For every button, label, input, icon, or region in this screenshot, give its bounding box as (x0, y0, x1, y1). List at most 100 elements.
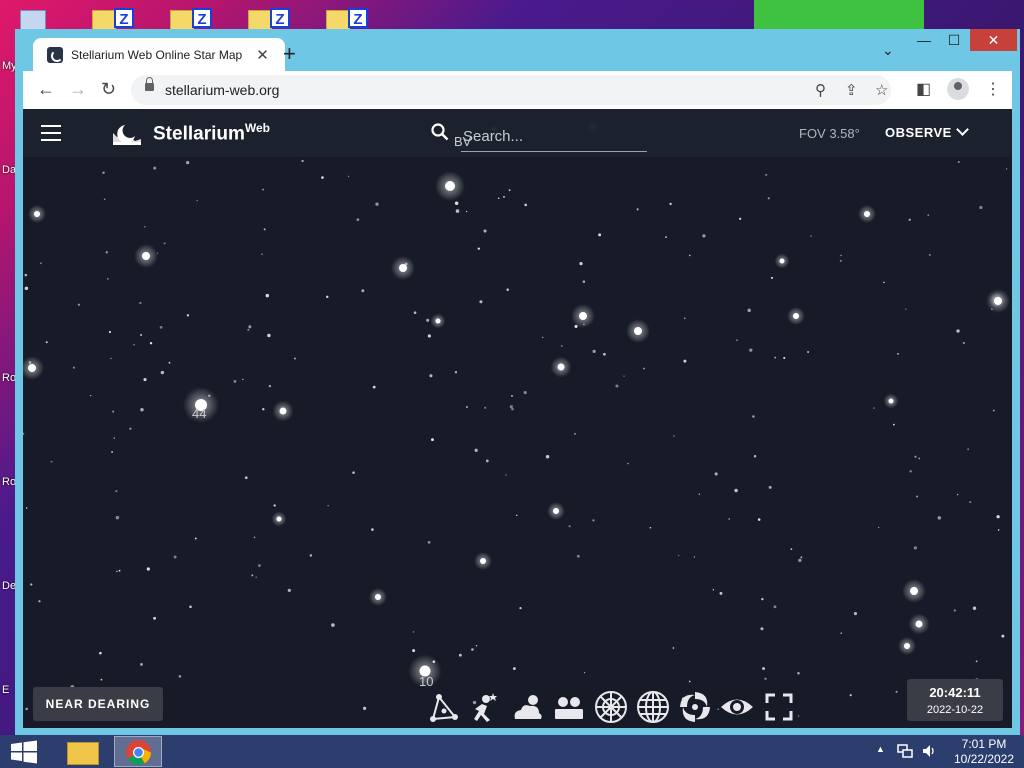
star[interactable] (301, 159, 304, 163)
star[interactable] (969, 501, 972, 504)
star[interactable] (673, 435, 675, 437)
star-label-bv[interactable]: BV (454, 134, 471, 149)
star[interactable] (511, 407, 514, 411)
star[interactable] (615, 384, 619, 388)
star[interactable] (753, 455, 757, 458)
star[interactable] (790, 548, 793, 550)
star[interactable] (327, 505, 329, 507)
star[interactable] (511, 395, 513, 397)
star[interactable] (937, 516, 942, 520)
star[interactable] (426, 318, 430, 322)
star[interactable] (508, 189, 511, 192)
star[interactable] (774, 356, 777, 359)
star[interactable] (454, 201, 459, 206)
star[interactable] (505, 474, 507, 476)
bright-star[interactable] (557, 363, 565, 371)
star[interactable] (897, 353, 899, 355)
star[interactable] (427, 540, 431, 544)
hamburger-menu-icon[interactable] (41, 125, 61, 141)
star[interactable] (734, 488, 738, 493)
star[interactable] (77, 303, 81, 306)
star[interactable] (770, 276, 773, 279)
star[interactable] (113, 437, 115, 439)
star[interactable] (371, 528, 374, 531)
star[interactable] (309, 554, 313, 557)
star[interactable] (719, 591, 723, 595)
star[interactable] (665, 236, 667, 239)
star[interactable] (515, 514, 518, 517)
star[interactable] (972, 606, 977, 610)
star[interactable] (287, 588, 291, 592)
star[interactable] (853, 612, 858, 616)
star[interactable] (914, 455, 917, 458)
star[interactable] (576, 554, 580, 558)
star[interactable] (178, 675, 182, 678)
star[interactable] (25, 707, 29, 711)
bright-star[interactable] (888, 398, 894, 404)
star[interactable] (116, 570, 118, 573)
star[interactable] (574, 433, 576, 435)
star[interactable] (892, 423, 895, 426)
star[interactable] (905, 308, 907, 310)
night-mode-eye-icon[interactable] (719, 689, 755, 725)
star[interactable] (321, 176, 324, 179)
star-label-10[interactable]: 10 (419, 674, 433, 689)
star[interactable] (115, 515, 120, 520)
star[interactable] (108, 330, 112, 334)
time-date-widget[interactable]: 20:42:11 2022-10-22 (907, 679, 1003, 721)
observe-menu-button[interactable]: OBSERVE (885, 123, 969, 140)
star[interactable] (102, 171, 105, 175)
star[interactable] (927, 214, 930, 216)
star[interactable] (24, 286, 29, 291)
star[interactable] (485, 459, 489, 463)
star[interactable] (186, 314, 190, 317)
desktop-icon-archive-3[interactable]: Z (248, 4, 292, 30)
star[interactable] (603, 352, 606, 356)
bright-star[interactable] (994, 297, 1000, 303)
star[interactable] (189, 605, 192, 609)
desktop-icon-archive-1[interactable]: Z (92, 4, 136, 30)
desktop-icon-archive-4[interactable]: Z (326, 4, 370, 30)
star[interactable] (497, 197, 500, 199)
star[interactable] (997, 529, 1000, 531)
star[interactable] (293, 357, 296, 360)
star[interactable] (38, 600, 41, 603)
location-button[interactable]: NEAR DEARING (33, 687, 163, 721)
star[interactable] (143, 226, 146, 228)
star[interactable] (582, 280, 586, 283)
star[interactable] (474, 448, 478, 452)
star[interactable] (375, 202, 379, 206)
star[interactable] (747, 308, 751, 313)
star[interactable] (149, 342, 153, 345)
bright-star[interactable] (915, 620, 923, 628)
star[interactable] (579, 261, 583, 266)
star[interactable] (783, 356, 786, 359)
star[interactable] (839, 259, 842, 262)
star[interactable] (1005, 168, 1008, 170)
star[interactable] (996, 515, 1000, 519)
url-text[interactable]: stellarium-web.org (165, 82, 279, 98)
star[interactable] (326, 295, 329, 299)
star[interactable] (153, 616, 156, 620)
star[interactable] (592, 349, 596, 354)
bright-star[interactable] (276, 516, 282, 522)
tab-search-dropdown-icon[interactable]: ⌄ (882, 42, 894, 59)
star[interactable] (30, 583, 33, 586)
bright-star[interactable] (399, 264, 407, 272)
star[interactable] (678, 554, 680, 557)
star[interactable] (111, 451, 113, 453)
tab-close-icon[interactable]: ✕ (256, 46, 269, 64)
star[interactable] (268, 384, 272, 388)
star[interactable] (267, 333, 271, 338)
star[interactable] (139, 333, 143, 337)
star[interactable] (506, 288, 510, 292)
star[interactable] (194, 537, 197, 540)
star[interactable] (693, 556, 695, 558)
chrome-taskbar-button[interactable] (114, 736, 162, 767)
star[interactable] (153, 166, 157, 170)
star[interactable] (118, 569, 121, 572)
star[interactable] (429, 374, 433, 378)
star[interactable] (25, 507, 28, 509)
new-tab-button[interactable]: + (283, 41, 296, 67)
bright-star[interactable] (910, 587, 918, 595)
